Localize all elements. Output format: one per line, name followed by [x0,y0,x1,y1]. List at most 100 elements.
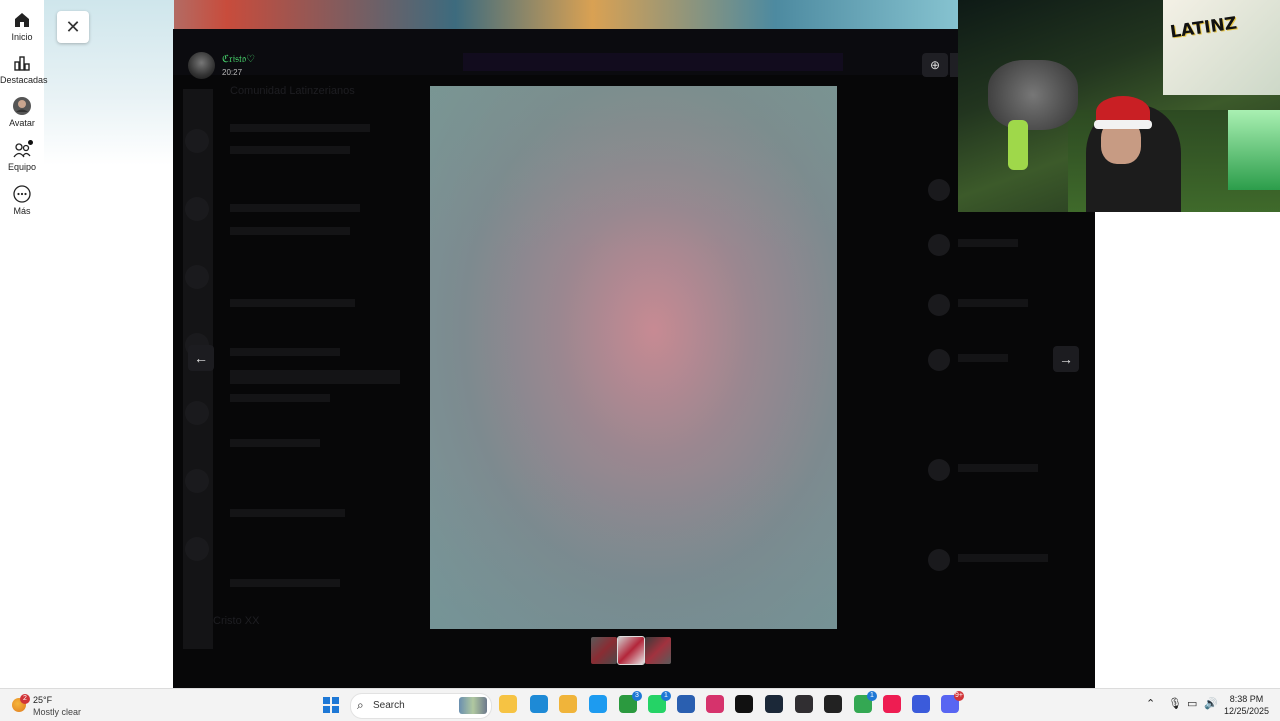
app-badge: 1 [661,691,671,701]
ghost-member-name [958,464,1038,472]
notification-dot [28,140,33,145]
microphone-icon[interactable]: 🎙 [1168,697,1182,710]
nav-item-label: Inicio [11,32,33,42]
tiktok-live-icon[interactable] [883,695,901,713]
ghost-channel [230,394,330,402]
ghost-member-avatar [928,179,950,201]
ghost-channel [230,348,340,356]
zoom-in-icon: ⊕ [929,58,941,72]
ghost-channel [230,204,360,212]
ghost-channel [230,227,350,235]
nav-item-inicio[interactable]: Inicio [0,10,44,42]
close-button[interactable]: ✕ [57,11,89,43]
obs-icon[interactable] [795,695,813,713]
close-icon: ✕ [65,16,81,37]
volume-icon[interactable]: 🔊 [1204,697,1218,710]
zoom-button[interactable]: ⊕ [922,53,948,77]
ghost-server-icon [185,401,209,425]
edge-icon[interactable] [530,695,548,713]
background-fade [44,0,174,688]
thumbnail[interactable] [645,637,671,664]
nav-item-label: Destacadas [0,75,48,85]
weather-condition: Mostly clear [33,707,82,717]
ghost-member-name [958,299,1028,307]
discord-icon[interactable]: 9+ [941,691,964,713]
nav-item-equipo[interactable]: Equipo [0,140,44,172]
post-time: 20:27 [222,68,243,77]
ghost-server-icon [185,537,209,561]
weather-temp: 25°F [33,695,53,705]
chrome-icon[interactable]: 1 [854,691,877,713]
system-clock[interactable]: 8:38 PM 12/25/2025 [1224,693,1269,717]
app-badge: 3 [632,691,642,701]
image-viewer: Comunidad Latinzerianos Cristo XX ℭ𝔯𝔦𝔰𝔱𝔬… [173,29,1095,688]
xbox-icon[interactable]: 3 [619,691,642,713]
weather-badge: 2 [20,694,30,704]
instagram-icon[interactable] [706,695,724,713]
webcam-hat-rim [1094,120,1152,129]
arrow-right-icon: → [1059,351,1073,367]
epic-icon[interactable] [824,695,842,713]
viewer-image [430,86,837,629]
arrow-left-icon: ← [194,350,208,366]
ghost-server-icon [185,197,209,221]
chevron-up-icon[interactable]: ⌃ [1146,697,1155,710]
search-label: Search [373,700,405,711]
app-badge: 9+ [954,691,964,701]
nav-item-mas[interactable]: Más [0,184,44,216]
toolbar-overflow [950,53,958,77]
ghost-member-avatar [928,294,950,316]
search-highlight-image [459,697,487,714]
ghost-member-name [958,354,1008,362]
ghost-member-avatar [928,234,950,256]
ghost-user-name: Cristo XX [213,615,260,627]
nav-item-label: Avatar [9,118,35,128]
thumbnail-strip [591,636,671,665]
nav-item-avatar[interactable]: Avatar [0,96,44,128]
more-icon [13,185,31,203]
ghost-member-name [958,239,1018,247]
ghost-channel [230,299,355,307]
left-sidebar: Inicio Destacadas Avatar Equipo Más [0,0,48,688]
search-icon: ⌕ [357,698,364,712]
game-art-background [44,0,958,30]
ghost-member-avatar [928,349,950,371]
app-icon[interactable] [912,695,930,713]
ghost-channel-selected [230,370,400,384]
folder-icon[interactable] [559,695,577,713]
ghost-channel [230,146,350,154]
tiktok-icon[interactable] [735,695,753,713]
store-icon[interactable] [677,695,695,713]
thumbnail-selected[interactable] [617,636,645,665]
windows-start-icon[interactable] [323,697,339,713]
ghost-server-icon [185,265,209,289]
chart-icon [14,56,30,71]
ghost-channel [230,579,340,587]
nav-item-label: Más [13,206,31,216]
previous-image-button[interactable]: ← [188,345,214,371]
steam-icon[interactable] [765,695,783,713]
webcam-overlay: LATINZ [958,0,1280,212]
clock-date: 12/25/2025 [1224,706,1270,716]
nav-item-destacadas[interactable]: Destacadas [0,53,48,85]
ghost-channel [230,439,320,447]
network-icon[interactable]: ▭ [1187,697,1197,710]
app-badge: 1 [867,691,877,701]
ghost-server-icon [185,469,209,493]
ghost-server-name: Comunidad Latinzerianos [230,85,355,97]
next-image-button[interactable]: → [1053,346,1079,372]
thumbnail[interactable] [591,637,617,664]
avatar-icon [13,97,31,115]
ghost-server-icon [185,129,209,153]
windows-taskbar: 2 25°F Mostly clear ⌕ Search 3 1 1 9+ ⌃ 🎙 ▭… [0,688,1280,721]
webcam-screen [1228,110,1280,190]
ghost-channel [230,509,345,517]
file-explorer-icon[interactable] [499,695,517,713]
whatsapp-icon[interactable]: 1 [648,691,671,713]
taskbar-search[interactable]: ⌕ Search [350,693,492,719]
author-avatar[interactable] [188,52,215,79]
webcam-motorcycle [988,60,1078,130]
twitter-icon[interactable] [589,695,607,713]
author-name[interactable]: ℭ𝔯𝔦𝔰𝔱𝔬♡ [222,54,255,65]
ghost-member-avatar [928,459,950,481]
